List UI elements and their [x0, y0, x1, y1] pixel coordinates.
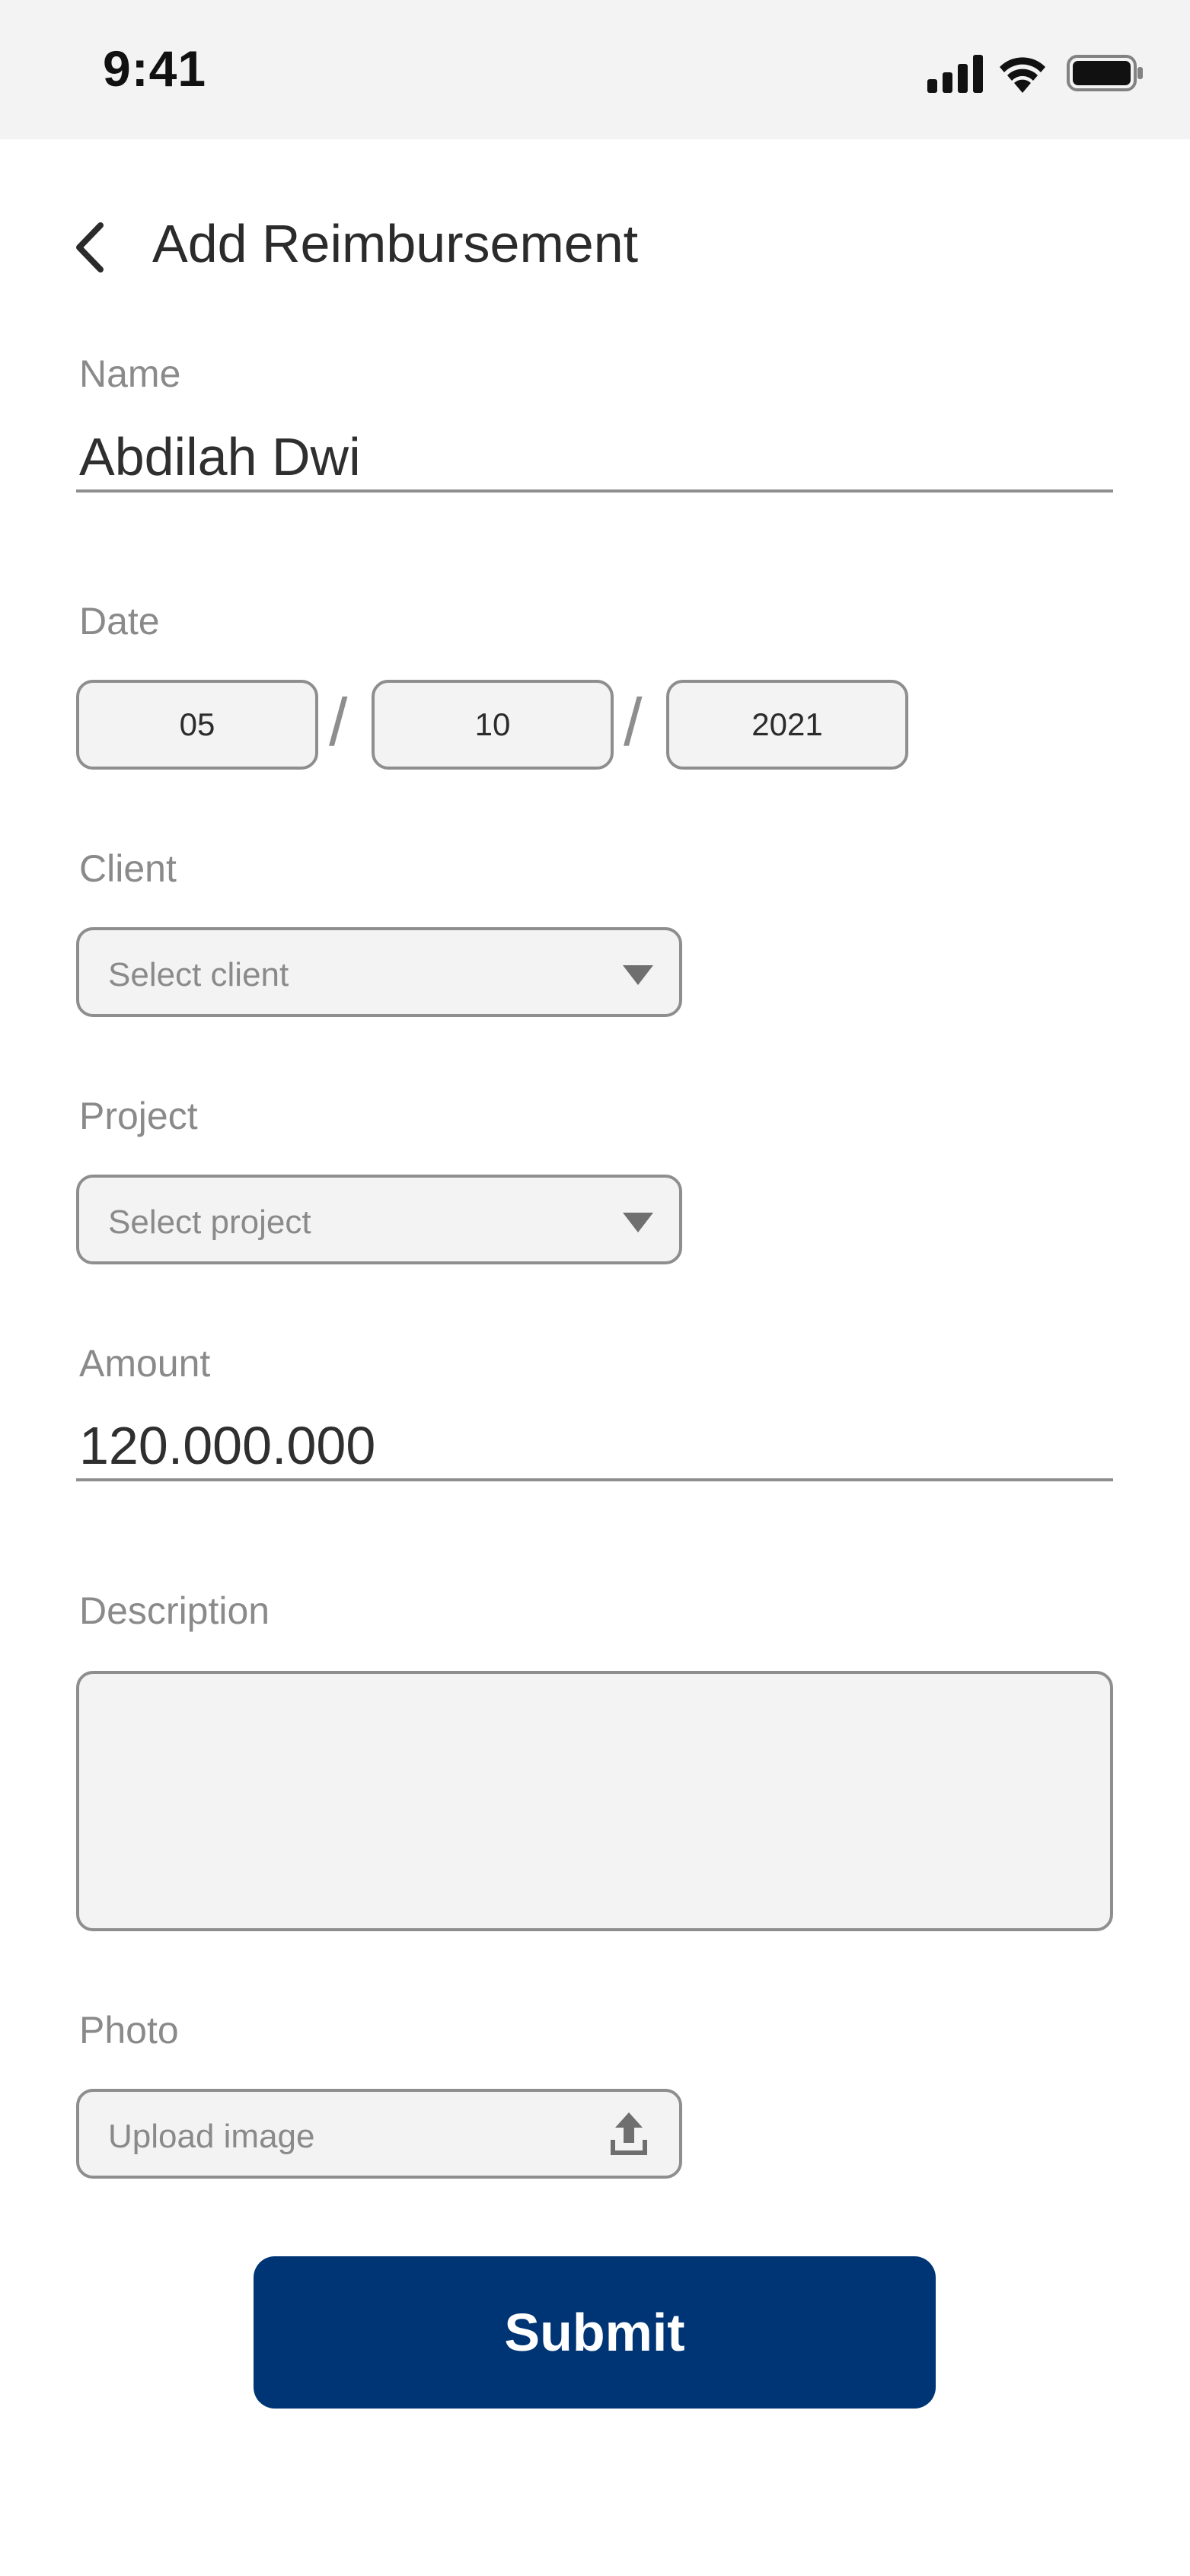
description-textarea[interactable] — [76, 1671, 1113, 1931]
caret-down-icon — [623, 965, 653, 985]
client-select[interactable]: Select client — [76, 927, 682, 1017]
signal-icon — [927, 55, 983, 93]
description-label: Description — [79, 1589, 270, 1632]
date-label: Date — [79, 600, 160, 642]
amount-label: Amount — [79, 1342, 211, 1385]
name-input[interactable] — [76, 424, 1113, 493]
chevron-left-icon — [76, 222, 104, 273]
status-time: 9:41 — [103, 40, 207, 97]
page-title: Add Reimbursement — [152, 214, 639, 273]
submit-button[interactable]: Submit — [254, 2256, 936, 2409]
amount-input[interactable] — [76, 1413, 1113, 1481]
name-label: Name — [79, 352, 181, 395]
client-select-placeholder: Select client — [108, 956, 289, 993]
battery-icon — [1067, 55, 1143, 91]
date-separator: / — [624, 684, 643, 760]
client-label: Client — [79, 847, 177, 890]
status-bar: 9:41 — [0, 0, 1190, 139]
project-label: Project — [79, 1095, 198, 1137]
caret-down-icon — [623, 1213, 653, 1232]
date-year-field[interactable]: 2021 — [666, 680, 908, 770]
date-day-field[interactable]: 05 — [76, 680, 318, 770]
back-button[interactable] — [70, 221, 116, 274]
project-select[interactable]: Select project — [76, 1175, 682, 1264]
photo-label: Photo — [79, 2009, 179, 2052]
date-month-field[interactable]: 10 — [372, 680, 614, 770]
upload-icon[interactable] — [609, 2112, 649, 2157]
wifi-icon — [1000, 57, 1045, 93]
photo-upload-placeholder: Upload image — [108, 2118, 315, 2155]
photo-upload-field[interactable]: Upload image — [76, 2089, 682, 2179]
date-separator: / — [329, 684, 348, 760]
project-select-placeholder: Select project — [108, 1204, 311, 1241]
